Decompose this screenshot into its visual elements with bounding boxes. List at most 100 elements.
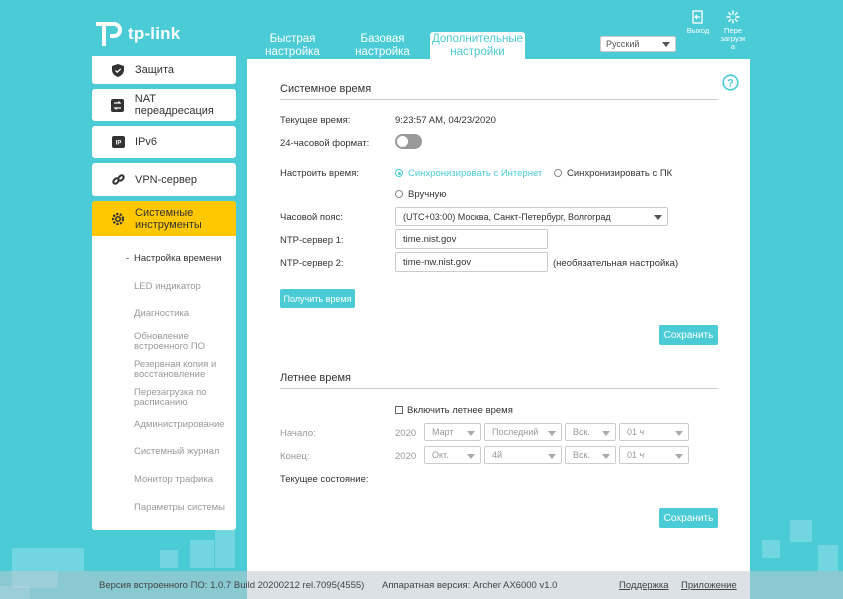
submenu-item-system-parameters[interactable]: Параметры системы	[134, 503, 225, 513]
submenu-label: расписанию	[134, 397, 188, 408]
sidebar-item-label: NAT переадресация	[134, 93, 214, 117]
tab-quick-setup[interactable]: Быстрая настройка	[245, 33, 340, 59]
svg-text:IP: IP	[115, 141, 121, 147]
divider	[280, 388, 718, 389]
tab-basic[interactable]: Базовая настройка	[335, 33, 430, 59]
tab-label: настройка	[265, 45, 320, 58]
tab-label: Дополнительные	[431, 33, 524, 45]
timezone-value: (UTC+03:00) Москва, Санкт-Петербург, Вол…	[403, 211, 611, 222]
current-time-label: Текущее время:	[280, 115, 351, 126]
get-time-button[interactable]: Получить время	[280, 289, 355, 308]
radio-button	[554, 169, 562, 177]
submenu-label: Системный журнал	[134, 446, 220, 457]
submenu-item-traffic-monitor[interactable]: Монитор трафика	[134, 475, 213, 485]
sidebar-item-label-line: инструменты	[135, 218, 202, 231]
app-link[interactable]: Приложение	[681, 580, 737, 591]
sidebar-item-vpn[interactable]: VPN-сервер	[92, 163, 236, 196]
chevron-down-icon	[602, 454, 610, 459]
toggle-knob	[397, 136, 408, 147]
radio-manual[interactable]: Вручную	[395, 189, 446, 200]
language-value: Русский	[606, 39, 640, 49]
sidebar-item-system-tools[interactable]: Системные инструменты	[92, 201, 236, 236]
tab-label: настройки	[450, 45, 505, 58]
decor-square	[790, 520, 812, 542]
reboot-button[interactable]: Пере загрузк а	[718, 10, 748, 51]
gear-icon	[111, 212, 125, 226]
select-value: 01 ч	[627, 427, 645, 437]
ntp2-input[interactable]: time-nw.nist.gov	[395, 252, 548, 272]
main-panel: ? Системное время Текущее время: 9:23:57…	[247, 59, 750, 599]
save-time-button[interactable]: Сохранить	[659, 325, 718, 345]
dst-end-day-select[interactable]: Вск.	[565, 446, 616, 464]
radio-label: Синхронизировать с ПК	[567, 168, 673, 179]
select-value: Вск.	[573, 450, 590, 460]
logout-button[interactable]: Выход	[686, 10, 710, 35]
chevron-down-icon	[548, 431, 556, 436]
reboot-icon	[726, 10, 740, 24]
language-select[interactable]: Русский	[600, 36, 676, 52]
radio-label: Вручную	[408, 189, 447, 200]
radio-label: Синхронизировать с Интернет	[408, 168, 543, 179]
sidebar-item-security[interactable]: Защита	[92, 56, 236, 84]
submenu-label: восстановление	[134, 369, 206, 380]
current-time-value: 9:23:57 AM, 04/23/2020	[395, 115, 496, 126]
submenu-item-diagnostics[interactable]: Диагностика	[134, 309, 189, 319]
help-icon[interactable]: ?	[722, 74, 739, 91]
dst-start-month-select[interactable]: Март	[424, 423, 481, 441]
dst-start-hour-select[interactable]: 01 ч	[619, 423, 689, 441]
tp-link-logo: tp-link	[92, 18, 180, 50]
submenu-item-system-log[interactable]: Системный журнал	[134, 447, 219, 457]
timezone-select[interactable]: (UTC+03:00) Москва, Санкт-Петербург, Вол…	[395, 207, 668, 226]
decor-square	[215, 530, 235, 568]
dst-end-week-select[interactable]: 4й	[484, 446, 562, 464]
dst-start-label: Начало:	[280, 428, 316, 439]
radio-sync-pc[interactable]: Синхронизировать с ПК	[554, 168, 672, 179]
sidebar-item-nat[interactable]: NAT переадресация	[92, 89, 236, 121]
dst-end-hour-select[interactable]: 01 ч	[619, 446, 689, 464]
ntp1-input[interactable]: time.nist.gov	[395, 229, 548, 249]
submenu-item-firmware-update[interactable]: Обновление встроенного ПО	[134, 332, 205, 352]
sidebar-item-ipv6[interactable]: IP IPv6	[92, 126, 236, 158]
dst-enable-checkbox[interactable]: Включить летнее время	[395, 405, 513, 416]
chevron-down-icon	[467, 431, 475, 436]
dst-end-month-select[interactable]: Окт.	[424, 446, 481, 464]
sidebar-item-label: VPN-сервер	[135, 173, 197, 186]
ntp1-label: NTP-сервер 1:	[280, 235, 344, 246]
sidebar-item-label: Защита	[135, 64, 174, 76]
submenu-item-scheduled-reboot[interactable]: Перезагрузка по расписанию	[134, 388, 207, 408]
dst-status-label: Текущее состояние:	[280, 474, 369, 485]
submenu-item-administration[interactable]: Администрирование	[134, 420, 225, 430]
submenu-item-time-settings[interactable]: - Настройка времени	[126, 253, 222, 264]
sidebar-item-label-line: Системные	[135, 206, 194, 219]
reboot-label: а	[730, 42, 736, 51]
format24-toggle[interactable]	[395, 134, 422, 149]
submenu-item-led[interactable]: LED индикатор	[134, 282, 201, 292]
dst-start-week-select[interactable]: Последний	[484, 423, 562, 441]
sidebar-submenu: - Настройка времени LED индикатор Диагнос…	[92, 236, 236, 530]
timezone-label: Часовой пояс:	[280, 212, 343, 223]
save-dst-button[interactable]: Сохранить	[659, 508, 718, 528]
link-icon	[111, 173, 125, 187]
tab-label: Базовая	[360, 33, 405, 45]
submenu-label: Диагностика	[134, 308, 190, 319]
dst-start-day-select[interactable]: Вск.	[565, 423, 616, 441]
shield-icon	[111, 63, 125, 77]
submenu-label: Параметры системы	[134, 502, 225, 513]
brand-name: tp-link	[128, 24, 181, 43]
support-link[interactable]: Поддержка	[619, 580, 669, 591]
sidebar-item-label: IPv6	[135, 136, 158, 148]
select-value: Окт.	[432, 450, 449, 460]
submenu-item-backup-restore[interactable]: Резервная копия и восстановление	[134, 360, 216, 380]
select-value: Вск.	[573, 427, 590, 437]
decor-square	[190, 540, 214, 568]
submenu-label: LED индикатор	[134, 281, 201, 292]
tab-advanced[interactable]: Дополнительные настройки	[430, 32, 525, 59]
tp-link-logo-icon	[96, 22, 122, 46]
decor-square	[818, 545, 838, 571]
checkbox	[395, 406, 403, 414]
submenu-label: Монитор трафика	[134, 474, 213, 485]
radio-sync-internet[interactable]: Синхронизировать с Интернет	[395, 168, 542, 179]
submenu-label: Настройка времени	[134, 253, 222, 264]
hardware-version: Аппаратная версия: Archer AX6000 v1.0	[382, 580, 558, 591]
format24-label: 24-часовой формат:	[280, 138, 370, 149]
